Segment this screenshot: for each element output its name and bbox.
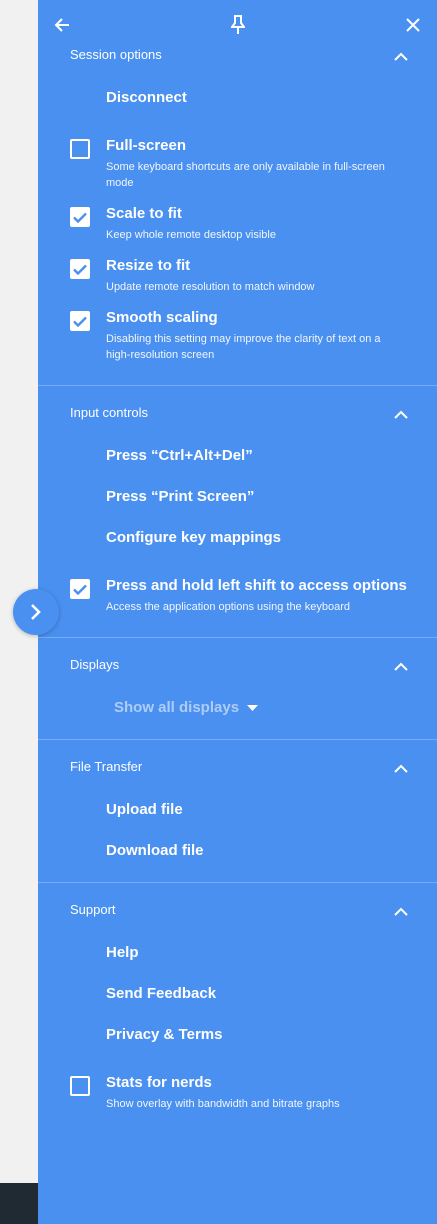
left-shift-checkbox[interactable]: [70, 579, 90, 599]
privacy-terms-button[interactable]: Privacy & Terms: [106, 1026, 222, 1043]
stats-for-nerds-checkbox[interactable]: [70, 1076, 90, 1096]
option-description: Access the application options using the…: [106, 601, 350, 613]
configure-key-mappings-button[interactable]: Configure key mappings: [106, 529, 281, 546]
section-input-controls: Input controls Press “Ctrl+Alt+Del” Pres…: [38, 386, 437, 638]
smooth-scaling-checkbox[interactable]: [70, 311, 90, 331]
options-panel: Session options Disconnect Full-screen S…: [38, 0, 437, 1224]
panel-toggle-handle[interactable]: [13, 589, 59, 635]
option-label: Resize to fit: [106, 257, 191, 274]
upload-file-button[interactable]: Upload file: [106, 801, 183, 818]
option-label: Scale to fit: [106, 205, 182, 222]
send-feedback-button[interactable]: Send Feedback: [106, 985, 216, 1002]
chevron-up-icon[interactable]: [391, 901, 411, 921]
chevron-up-icon[interactable]: [391, 46, 411, 66]
print-screen-button[interactable]: Press “Print Screen”: [106, 488, 254, 505]
help-button[interactable]: Help: [106, 944, 139, 961]
check-icon: [73, 264, 87, 275]
chevron-up-icon[interactable]: [391, 404, 411, 424]
remote-desktop-taskbar: [0, 1183, 38, 1224]
scale-to-fit-checkbox[interactable]: [70, 207, 90, 227]
resize-to-fit-checkbox[interactable]: [70, 259, 90, 279]
displays-dropdown[interactable]: Show all displays: [114, 699, 259, 716]
disconnect-button[interactable]: Disconnect: [106, 89, 187, 106]
option-label: Stats for nerds: [106, 1074, 212, 1091]
section-session-options: Session options Disconnect Full-screen S…: [38, 0, 437, 386]
option-label: Full-screen: [106, 137, 187, 154]
check-icon: [73, 316, 87, 327]
option-description: Update remote resolution to match window: [106, 281, 315, 293]
ctrl-alt-del-button[interactable]: Press “Ctrl+Alt+Del”: [106, 447, 253, 464]
check-icon: [73, 212, 87, 223]
section-title: Support: [70, 902, 116, 917]
section-displays: Displays: [38, 638, 437, 740]
check-icon: [73, 584, 87, 595]
displays-dropdown-value: Show all displays: [114, 699, 240, 716]
caret-down-icon: [247, 704, 259, 711]
section-title: Displays: [70, 657, 120, 672]
option-description: Disabling this setting may improve the c…: [106, 333, 381, 361]
option-description: Keep whole remote desktop visible: [106, 229, 276, 241]
chevron-right-icon: [31, 604, 41, 620]
chevron-up-icon[interactable]: [391, 656, 411, 676]
fullscreen-checkbox[interactable]: [70, 139, 90, 159]
download-file-button[interactable]: Download file: [106, 842, 204, 859]
section-support: Support Help Send Feedback Privacy & Ter…: [38, 883, 437, 1143]
option-description: Show overlay with bandwidth and bitrate …: [106, 1098, 340, 1110]
option-label: Smooth scaling: [106, 309, 218, 326]
section-file-transfer: File Transfer Upload file Download file: [38, 740, 437, 883]
option-label: Press and hold left shift to access opti…: [106, 577, 407, 594]
option-description: Some keyboard shortcuts are only availab…: [106, 161, 385, 189]
section-title: Session options: [70, 47, 162, 62]
section-title: Input controls: [70, 405, 149, 420]
section-title: File Transfer: [70, 759, 143, 774]
chevron-up-icon[interactable]: [391, 758, 411, 778]
